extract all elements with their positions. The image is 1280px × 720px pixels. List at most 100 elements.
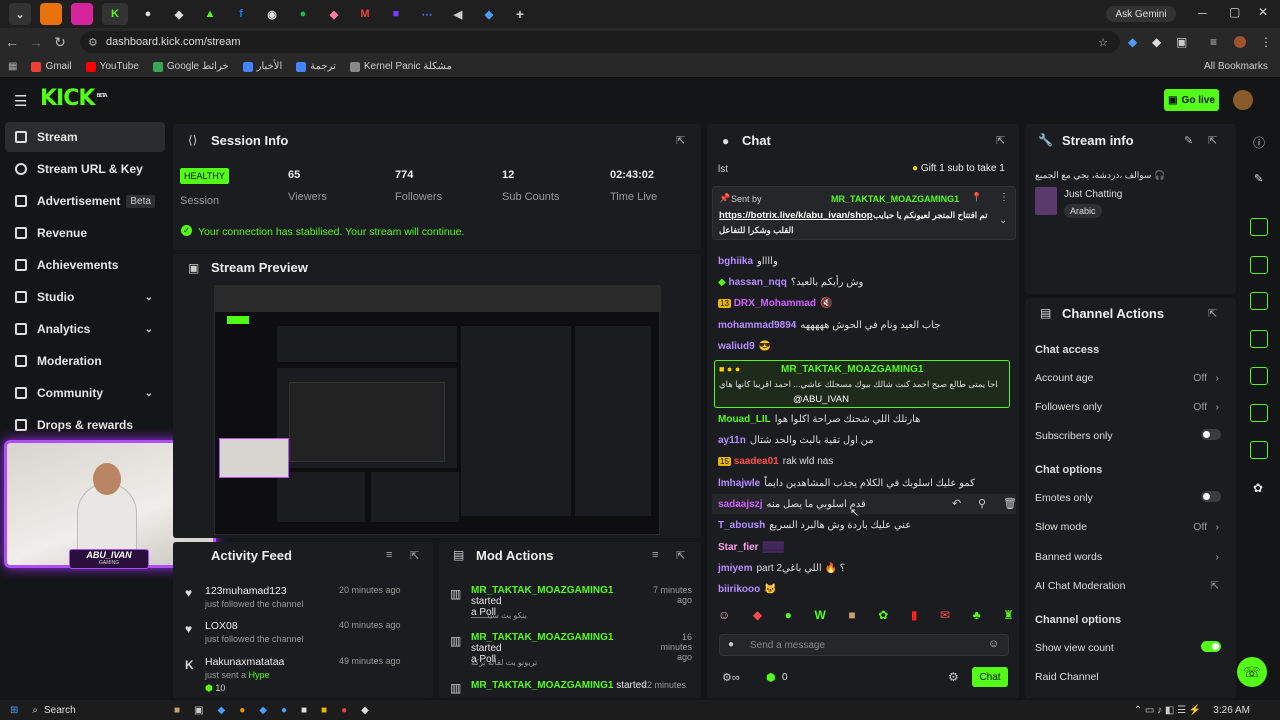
tab-icon[interactable]: ◆ — [478, 3, 500, 25]
taskbar-clock[interactable]: 3:26 AM — [1213, 705, 1250, 716]
more-icon[interactable]: ⋮ — [999, 192, 1009, 203]
maximize-icon[interactable]: ▢ — [1229, 5, 1240, 19]
chat-username[interactable]: T_aboush — [718, 520, 765, 531]
bookmark-kernel-panic[interactable]: Kernel Panic مشكلة — [349, 61, 452, 72]
emote-icon[interactable]: ☺ — [718, 608, 730, 628]
chat-input[interactable]: ● Send a message ☺ — [719, 634, 1009, 656]
tab-icon[interactable]: ◆ — [168, 3, 190, 25]
popout-icon[interactable]: ⇱ — [996, 134, 1005, 147]
popout-icon[interactable]: ⇱ — [1208, 307, 1217, 320]
emote-icon[interactable]: ◆ — [753, 608, 762, 628]
windows-start-icon[interactable]: ⊞ — [10, 705, 18, 716]
address-bar[interactable]: ⚙ dashboard.kick.com/stream ☆ — [80, 31, 1120, 53]
all-bookmarks[interactable]: All Bookmarks — [1204, 61, 1268, 72]
forward-icon[interactable]: → — [24, 34, 48, 50]
activity-user[interactable]: 123muhamad123 — [205, 585, 287, 597]
send-chat-button[interactable]: Chat — [972, 667, 1008, 687]
taskbar-app-icon[interactable]: ◆ — [218, 705, 226, 716]
popout-icon[interactable]: ⇱ — [1208, 134, 1217, 147]
emote-icon[interactable]: ■ — [848, 608, 855, 628]
minimize-icon[interactable]: ─ — [1198, 6, 1207, 20]
edit-icon[interactable]: ✎ — [1184, 134, 1193, 147]
stream-preview-video[interactable] — [214, 285, 661, 535]
rail-widget-icon[interactable] — [1250, 404, 1268, 422]
system-tray-icons[interactable]: ⌃ ▭ ♪ ◧ ☰ ⚡ — [1134, 705, 1202, 716]
taskbar-app-icon[interactable]: ◆ — [259, 705, 267, 716]
pinned-user[interactable]: MR_TAKTAK_MOAZGAMING1 — [831, 194, 959, 204]
user-avatar[interactable] — [1233, 90, 1253, 110]
bookmark-gmail[interactable]: Gmail — [31, 61, 72, 72]
show-view-count-toggle[interactable] — [1201, 641, 1221, 652]
sidebar-item-stream-url-key[interactable]: Stream URL & Key — [5, 154, 165, 184]
chat-mention[interactable]: @ABU_IVAN — [793, 394, 849, 405]
chat-username[interactable]: waliud9 — [718, 341, 755, 352]
site-info-icon[interactable]: ⚙ — [88, 36, 98, 49]
tab-icon[interactable]: ● — [137, 3, 159, 25]
taskbar-app-icon[interactable]: ● — [281, 705, 287, 716]
emote-icon[interactable]: ▮ — [911, 608, 918, 628]
sidebar-item-drops-rewards[interactable]: Drops & rewards — [5, 410, 165, 440]
slow-mode-row[interactable]: Slow mode Off › — [1035, 521, 1225, 533]
taskbar-app-icon[interactable]: ▣ — [194, 705, 203, 716]
subscribers-only-toggle[interactable] — [1201, 429, 1221, 440]
rail-widget-icon[interactable] — [1250, 218, 1268, 236]
bookmark-news[interactable]: الأخبار — [242, 61, 282, 72]
category-name[interactable]: Just Chatting — [1064, 189, 1122, 200]
sidebar-item-stream[interactable]: Stream — [5, 122, 165, 152]
mod-user[interactable]: MR_TAKTAK_MOAZGAMING1 — [471, 632, 613, 643]
reload-icon[interactable]: ↻ — [48, 34, 72, 51]
activity-user[interactable]: LOX08 — [205, 620, 238, 632]
followers-only-row[interactable]: Followers only Off › — [1035, 401, 1225, 413]
emoji-icon[interactable]: ☺ — [988, 638, 999, 650]
bookmark-translate[interactable]: ترجمة — [296, 61, 336, 72]
apps-icon[interactable]: ▦ — [8, 61, 17, 72]
reply-icon[interactable]: ↶ — [952, 497, 961, 510]
taskbar-app-icon[interactable]: ● — [239, 705, 245, 716]
tab-icon[interactable] — [71, 3, 93, 25]
extension-icon[interactable]: ◆ — [1128, 35, 1137, 49]
extension-icon[interactable]: ◆ — [1152, 35, 1161, 49]
chat-username[interactable]: saadea01 — [734, 456, 779, 467]
taskbar-search[interactable]: Search — [44, 705, 144, 716]
popout-icon[interactable]: ⇱ — [676, 134, 685, 147]
chat-username[interactable]: ay11n — [718, 435, 746, 446]
taskbar-app-icon[interactable]: ■ — [301, 705, 307, 716]
activity-user[interactable]: Hakunaxmatataa — [205, 656, 284, 668]
sidebar-item-analytics[interactable]: Analytics ⌄ — [5, 314, 165, 344]
back-icon[interactable]: ← — [0, 34, 24, 50]
chat-username[interactable]: mohammad9894 — [718, 320, 796, 331]
new-tab-button[interactable]: + — [509, 3, 531, 25]
chat-username[interactable]: MR_TAKTAK_MOAZGAMING1 — [781, 364, 923, 375]
chat-username[interactable]: lmhajwle — [718, 478, 760, 489]
bookmark-maps[interactable]: Google خرائط — [152, 61, 229, 72]
rail-widget-icon[interactable] — [1250, 256, 1268, 274]
chat-username[interactable]: bghiika — [718, 256, 753, 267]
tab-icon[interactable] — [40, 3, 62, 25]
chat-username[interactable]: Mouad_LIL — [718, 414, 771, 425]
support-button[interactable]: ☏ — [1237, 657, 1267, 687]
emote-icon[interactable]: ✿ — [878, 608, 888, 628]
emote-icon[interactable]: W — [814, 608, 825, 628]
sidebar-item-community[interactable]: Community ⌄ — [5, 378, 165, 408]
tab-icon[interactable]: M — [354, 3, 376, 25]
chevron-down-icon[interactable]: ⌄ — [999, 215, 1007, 226]
banned-words-row[interactable]: Banned words › — [1035, 551, 1225, 563]
go-live-button[interactable]: ▣ Go live — [1164, 89, 1219, 111]
raid-channel-row[interactable]: Raid Channel — [1035, 671, 1225, 683]
reading-list-icon[interactable]: ≡ — [1210, 35, 1217, 49]
chat-settings-icon[interactable]: ⚙∞ — [722, 671, 740, 684]
bookmark-youtube[interactable]: YouTube — [85, 61, 139, 72]
info-icon[interactable]: ⓘ — [1253, 134, 1265, 151]
palette-icon[interactable]: ✿ — [1253, 481, 1263, 495]
tab-icon[interactable]: ◉ — [261, 3, 283, 25]
emotes-only-toggle[interactable] — [1201, 491, 1221, 502]
close-icon[interactable]: ✕ — [1258, 5, 1268, 19]
chat-username[interactable]: DRX_Mohammad — [734, 298, 816, 309]
tab-icon[interactable]: ◀ — [447, 3, 469, 25]
extensions-icon[interactable]: ▣ — [1176, 35, 1187, 49]
menu-icon[interactable]: ⋮ — [1260, 35, 1272, 49]
filter-icon[interactable]: ≡ — [652, 549, 658, 561]
taskbar-app-icon[interactable]: ■ — [174, 705, 180, 716]
popout-icon[interactable]: ⇱ — [410, 549, 419, 562]
settings-gear-icon[interactable]: ⚙ — [948, 670, 959, 684]
